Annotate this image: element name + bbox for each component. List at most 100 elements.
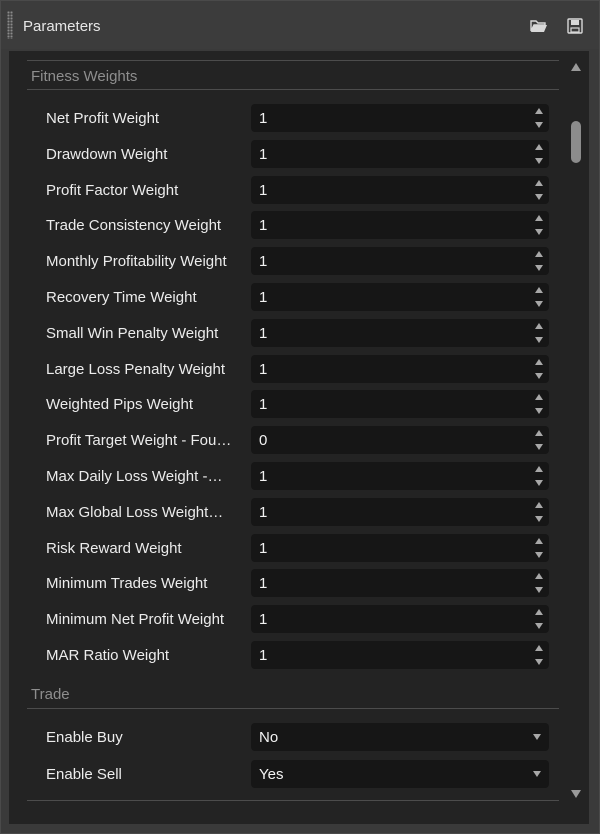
- decrement-arrow-icon[interactable]: [535, 623, 543, 630]
- increment-arrow-icon[interactable]: [535, 179, 543, 186]
- parameter-row: Trade Consistency Weight 1: [9, 209, 569, 241]
- stepper-control[interactable]: [534, 466, 544, 486]
- stepper-control[interactable]: [534, 179, 544, 200]
- save-icon[interactable]: [564, 15, 586, 37]
- decrement-arrow-icon[interactable]: [535, 193, 543, 200]
- scroll-up-arrow-icon[interactable]: [571, 63, 581, 71]
- parameter-label: Risk Reward Weight: [46, 539, 182, 557]
- decrement-arrow-icon[interactable]: [535, 659, 543, 665]
- parameter-number-input[interactable]: 1: [251, 462, 549, 490]
- section-divider: [27, 89, 559, 90]
- stepper-control[interactable]: [534, 537, 544, 558]
- stepper-control[interactable]: [534, 287, 544, 307]
- section-divider: [27, 800, 559, 801]
- decrement-arrow-icon[interactable]: [535, 408, 543, 415]
- increment-arrow-icon[interactable]: [535, 215, 543, 222]
- increment-arrow-icon[interactable]: [535, 430, 543, 437]
- parameter-number-input[interactable]: 1: [251, 211, 549, 240]
- decrement-arrow-icon[interactable]: [535, 444, 543, 451]
- section-title-fitness-weights: Fitness Weights: [31, 68, 138, 85]
- stepper-control[interactable]: [534, 430, 544, 451]
- scrollbar-thumb[interactable]: [571, 121, 581, 163]
- parameter-number-input[interactable]: 1: [251, 247, 549, 276]
- decrement-arrow-icon[interactable]: [535, 515, 543, 522]
- stepper-control[interactable]: [534, 251, 544, 272]
- chevron-down-icon[interactable]: [533, 771, 541, 777]
- decrement-arrow-icon[interactable]: [535, 229, 543, 236]
- section-divider: [27, 60, 559, 61]
- parameter-row: Net Profit Weight 1: [9, 102, 569, 134]
- increment-arrow-icon[interactable]: [535, 394, 543, 401]
- parameter-label: Trade Consistency Weight: [46, 217, 222, 235]
- parameter-value: 1: [259, 611, 268, 629]
- stepper-control[interactable]: [534, 501, 544, 522]
- section-divider: [27, 708, 559, 709]
- parameter-value: 1: [259, 253, 268, 271]
- parameter-value: 1: [259, 396, 268, 414]
- parameter-dropdown[interactable]: No: [251, 723, 549, 751]
- parameter-label: MAR Ratio Weight: [46, 647, 170, 664]
- parameter-number-input[interactable]: 1: [251, 104, 549, 132]
- parameter-number-input[interactable]: 1: [251, 533, 549, 562]
- decrement-arrow-icon[interactable]: [535, 587, 543, 594]
- parameter-number-input[interactable]: 1: [251, 605, 549, 634]
- increment-arrow-icon[interactable]: [535, 251, 543, 258]
- stepper-control[interactable]: [534, 322, 544, 343]
- increment-arrow-icon[interactable]: [535, 322, 543, 329]
- increment-arrow-icon[interactable]: [535, 143, 543, 150]
- increment-arrow-icon[interactable]: [535, 466, 543, 472]
- panel-title: Parameters: [23, 18, 101, 35]
- parameter-number-input[interactable]: 0: [251, 426, 549, 455]
- stepper-control[interactable]: [534, 394, 544, 415]
- stepper-control[interactable]: [534, 358, 544, 379]
- parameter-number-input[interactable]: 1: [251, 283, 549, 311]
- folder-open-icon[interactable]: [528, 15, 550, 37]
- increment-arrow-icon[interactable]: [535, 501, 543, 508]
- scroll-down-arrow-icon[interactable]: [571, 790, 581, 798]
- increment-arrow-icon[interactable]: [535, 573, 543, 580]
- parameter-number-input[interactable]: 1: [251, 354, 549, 383]
- increment-arrow-icon[interactable]: [535, 609, 543, 616]
- stepper-control[interactable]: [534, 645, 544, 665]
- decrement-arrow-icon[interactable]: [535, 372, 543, 379]
- increment-arrow-icon[interactable]: [535, 358, 543, 365]
- drag-grip-handle[interactable]: [7, 11, 13, 39]
- stepper-control[interactable]: [534, 573, 544, 594]
- parameter-number-input[interactable]: 1: [251, 318, 549, 347]
- parameter-row: Profit Target Weight - Fou… 0: [9, 424, 569, 456]
- parameter-number-input[interactable]: 1: [251, 175, 549, 204]
- parameter-number-input[interactable]: 1: [251, 390, 549, 419]
- increment-arrow-icon[interactable]: [535, 645, 543, 651]
- chevron-down-icon[interactable]: [533, 734, 541, 740]
- parameter-row: Enable Buy No: [9, 721, 569, 753]
- increment-arrow-icon[interactable]: [535, 537, 543, 544]
- parameter-row: Monthly Profitability Weight 1: [9, 245, 569, 277]
- parameter-row: MAR Ratio Weight 1: [9, 639, 569, 671]
- stepper-control[interactable]: [534, 215, 544, 236]
- parameter-label: Profit Factor Weight: [46, 181, 179, 199]
- parameter-label: Minimum Trades Weight: [46, 575, 208, 593]
- stepper-control[interactable]: [534, 143, 544, 164]
- increment-arrow-icon[interactable]: [535, 287, 543, 293]
- decrement-arrow-icon[interactable]: [535, 551, 543, 558]
- increment-arrow-icon[interactable]: [535, 108, 543, 114]
- parameter-value: 1: [259, 110, 268, 127]
- decrement-arrow-icon[interactable]: [535, 480, 543, 486]
- parameter-number-input[interactable]: 1: [251, 139, 549, 168]
- parameter-number-input[interactable]: 1: [251, 569, 549, 598]
- parameter-row: Max Daily Loss Weight -… 1: [9, 460, 569, 492]
- parameter-label: Profit Target Weight - Fou…: [46, 432, 232, 450]
- parameter-number-input[interactable]: 1: [251, 497, 549, 526]
- parameter-label: Net Profit Weight: [46, 110, 160, 127]
- parameter-label: Enable Buy: [46, 729, 123, 746]
- parameter-number-input[interactable]: 1: [251, 641, 549, 669]
- parameter-dropdown[interactable]: Yes: [251, 760, 549, 788]
- decrement-arrow-icon[interactable]: [535, 157, 543, 164]
- decrement-arrow-icon[interactable]: [535, 336, 543, 343]
- decrement-arrow-icon[interactable]: [535, 122, 543, 128]
- decrement-arrow-icon[interactable]: [535, 265, 543, 272]
- stepper-control[interactable]: [534, 108, 544, 128]
- stepper-control[interactable]: [534, 609, 544, 630]
- decrement-arrow-icon[interactable]: [535, 301, 543, 307]
- parameter-row: Recovery Time Weight 1: [9, 281, 569, 313]
